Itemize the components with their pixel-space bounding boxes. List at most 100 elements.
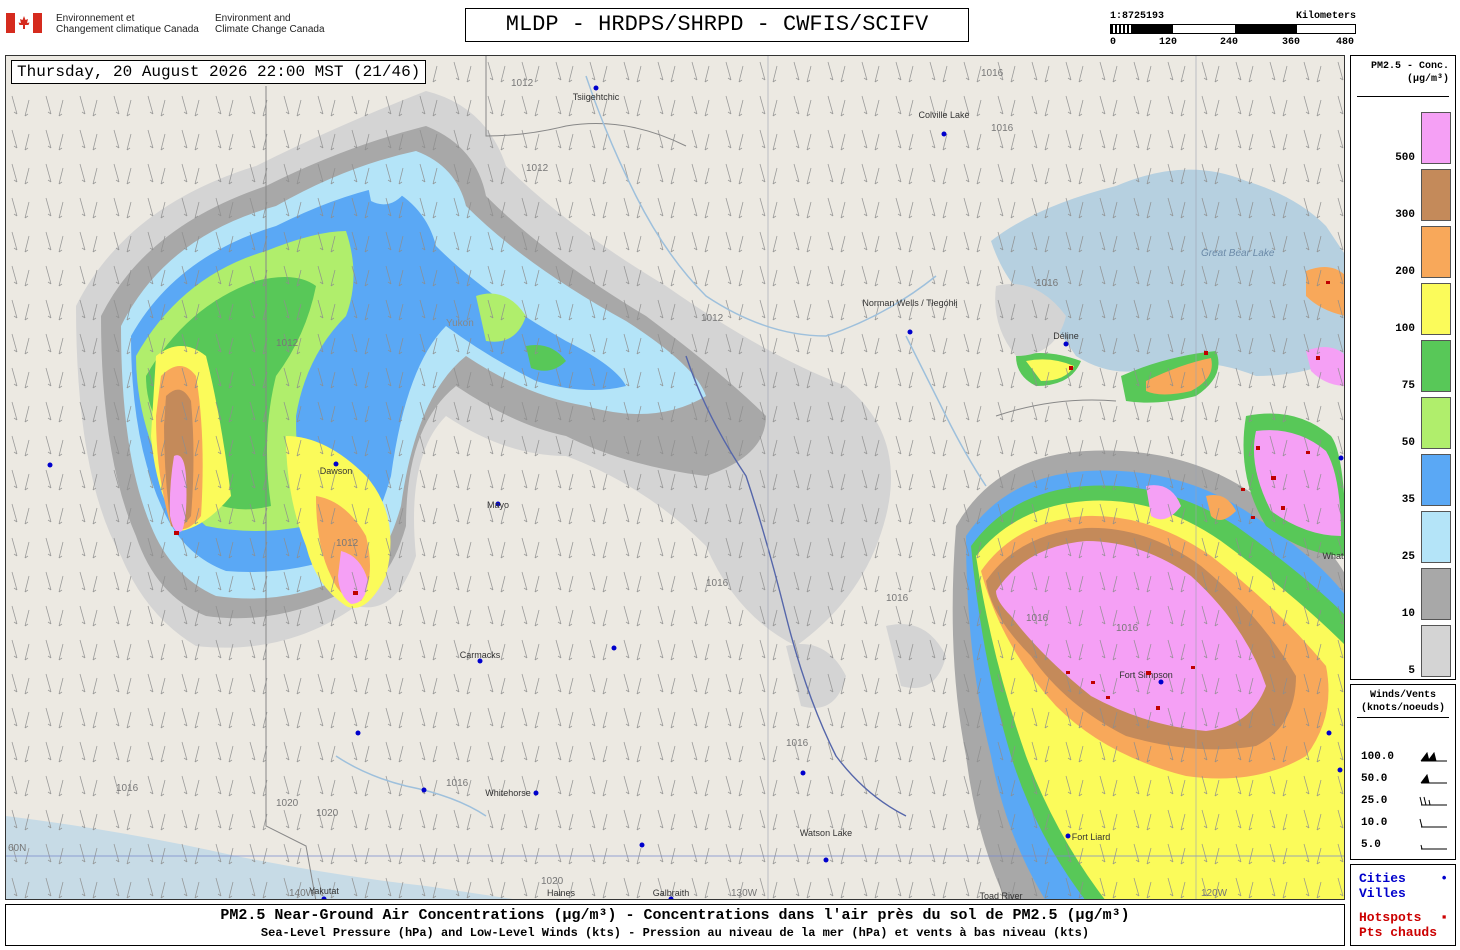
scale-tick: 360 [1282,37,1301,48]
city-label: Mayo [487,500,509,510]
isobar-label: 1012 [336,538,359,549]
pm25-swatch [1421,226,1451,278]
wind-legend-title: Winds/Vents (knots/noeuds) [1360,690,1445,714]
caption-line-1: PM2.5 Near-Ground Air Concentrations (µg… [220,907,1130,924]
pm25-swatch [1421,568,1451,620]
pm25-swatch [1421,511,1451,563]
hotspots-label-fr: Pts chauds [1359,925,1438,940]
pm25-swatch [1421,169,1451,221]
wind-speed-value: 25.0 [1361,795,1388,807]
longitude-label: 130W [731,888,758,899]
city-label: Whitehorse [485,788,531,798]
wind-speed-value: 50.0 [1361,773,1388,785]
city-label: Whati [1322,551,1345,561]
city-label: Haines [547,888,576,898]
scale-unit: Kilometers [1295,11,1356,22]
city-label: Tsiigehtchic [573,92,620,102]
city-marker[interactable] [823,857,829,863]
isobar-label: 1016 [981,68,1004,79]
city-marker[interactable] [421,787,427,793]
pm25-level-label: 5 [1408,665,1415,677]
wind-legend-row: 5.0 [1361,837,1451,855]
pm25-swatch [1421,397,1451,449]
city-marker[interactable] [1158,679,1164,685]
scale-ratio: 1:8725193 [1110,11,1165,22]
city-label: Galbraith [653,888,690,898]
page-title: MLDP - HRDPS/SHRPD - CWFIS/SCIFV [465,8,969,42]
wind-speed-value: 5.0 [1361,839,1381,851]
city-marker[interactable] [355,730,361,736]
caption-line-2: Sea-Level Pressure (hPa) and Low-Level W… [260,926,1090,940]
isobar-label: 1016 [1036,278,1059,289]
pm25-swatch [1421,283,1451,335]
wind-speed-value: 10.0 [1361,817,1388,829]
pm25-level-label: 300 [1395,209,1415,221]
city-label: Fort Liard [1072,832,1111,842]
pm25-level-label: 200 [1395,266,1415,278]
city-marker[interactable] [1337,767,1343,773]
city-marker[interactable] [593,85,599,91]
isobar-label: 1016 [706,578,729,589]
map-caption: PM2.5 Near-Ground Air Concentrations (µg… [5,904,1345,946]
pm25-swatch [1421,454,1451,506]
isobar-label: 1020 [316,808,339,819]
city-marker[interactable] [611,645,617,651]
isobar-label: 1016 [1026,613,1049,624]
city-marker[interactable] [907,329,913,335]
city-marker[interactable] [639,842,645,848]
scale-tick: 480 [1336,37,1355,48]
wind-legend: Winds/Vents (knots/noeuds) 100.0 50.0 25… [1350,684,1456,860]
pm25-legend: PM2.5 - Conc. (µg/m³) 500 300 200 100 75 50 35… [1350,55,1456,680]
pm25-level-label: 75 [1401,380,1415,392]
agency-en-line2: Climate Change Canada [215,24,325,35]
scale-bar-graphic [1110,24,1356,34]
wind-legend-row: 100.0 [1361,749,1451,767]
pm25-swatch [1421,112,1451,164]
isobar-label: 1016 [886,593,909,604]
city-marker[interactable] [533,790,539,796]
timestamp-label: Thursday, 20 August 2026 22:00 MST (21/4… [11,60,427,84]
city-marker-icon: • [1440,871,1448,886]
scale-tick: 0 [1110,37,1117,48]
city-label: Norman Wells / Tłegóhłį [862,298,957,308]
lake-label: Great Bear Lake [1201,248,1275,259]
longitude-label: 120W [1201,888,1228,899]
pm25-level-label: 100 [1395,323,1415,335]
pm25-legend-title: PM2.5 - Conc. (µg/m³) [1370,61,1449,85]
city-label: Watson Lake [800,828,852,838]
city-marker[interactable] [941,131,947,137]
agency-name-fr: Environnement et Changement climatique C… [56,13,199,35]
city-label: Toad River [979,891,1022,900]
isobar-label: 1020 [276,798,299,809]
scale-tick: 240 [1220,37,1239,48]
isobar-label: 1016 [991,123,1014,134]
city-marker[interactable] [800,770,806,776]
latitude-label: 60N [8,843,26,854]
pm25-level-label: 10 [1401,608,1415,620]
city-marker[interactable] [47,462,53,468]
map-canvas[interactable]: 1012 1012 1012 1012 1012 1016 1016 1016 … [6,56,1345,900]
wind-barb-50-icon [1420,773,1447,784]
wind-barb-10-icon [1419,818,1447,828]
city-label: Carmacks [460,650,501,660]
map-panel[interactable]: 1012 1012 1012 1012 1012 1016 1016 1016 … [5,55,1345,900]
points-legend: Cities • Villes Hotspots ▪ Pts chauds [1350,864,1456,946]
hotspots-label-en: Hotspots [1359,910,1422,925]
wind-barb-25-icon [1419,796,1447,806]
city-marker[interactable] [1338,455,1344,461]
cities-label-fr: Villes [1359,886,1406,901]
hotspot-marker-icon: ▪ [1440,910,1448,925]
pm25-swatch [1421,340,1451,392]
isobar-label: 1016 [116,783,139,794]
agency-fr-line1: Environnement et [56,13,135,24]
pm25-level-label: 50 [1401,437,1415,449]
city-marker[interactable] [1065,833,1071,839]
city-label: Déline [1053,331,1079,341]
isobar-label: 1012 [701,313,724,324]
city-marker[interactable] [1063,341,1069,347]
isobar-label: 1016 [446,778,469,789]
city-label: Dawson [320,466,353,476]
wind-barb-100-icon [1420,751,1447,762]
city-marker[interactable] [1326,730,1332,736]
agency-name-en: Environment and Climate Change Canada [215,13,325,35]
